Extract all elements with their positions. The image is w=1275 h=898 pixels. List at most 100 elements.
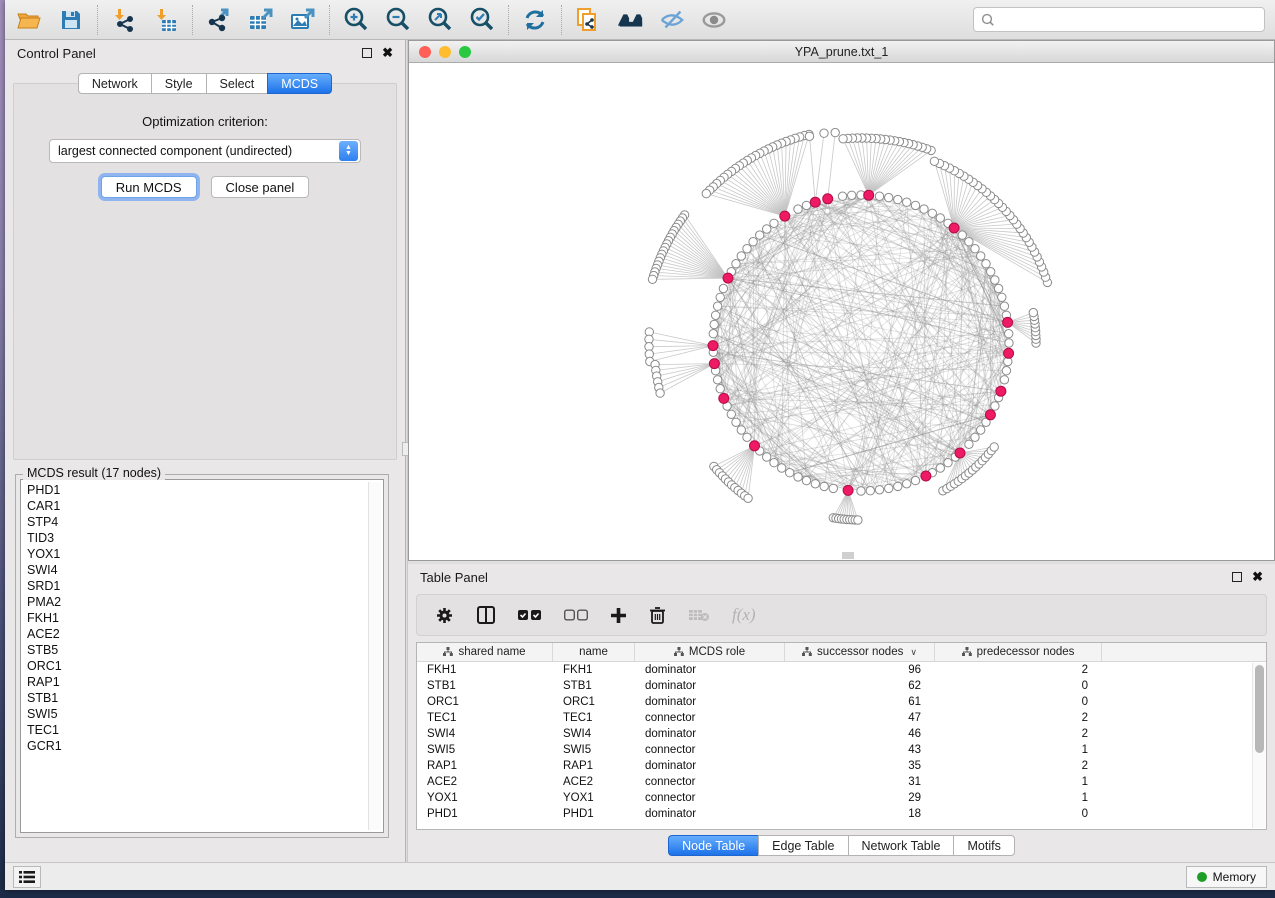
- ring-node[interactable]: [977, 426, 985, 434]
- ring-node[interactable]: [749, 238, 757, 246]
- ring-node[interactable]: [928, 209, 936, 217]
- mcds-hub-node[interactable]: [1003, 317, 1013, 327]
- ring-node[interactable]: [894, 195, 902, 203]
- deselect-all-icon[interactable]: [564, 609, 588, 621]
- optimization-criterion-select[interactable]: largest connected component (undirected)…: [49, 139, 361, 163]
- table-row[interactable]: TEC1TEC1connector472: [417, 710, 1266, 726]
- ring-node[interactable]: [829, 484, 837, 492]
- ring-node[interactable]: [885, 193, 893, 201]
- ring-node[interactable]: [802, 476, 810, 484]
- close-table-panel-icon[interactable]: ✖: [1252, 572, 1263, 582]
- tab-network-table[interactable]: Network Table: [848, 835, 954, 856]
- table-row[interactable]: RAP1RAP1dominator352: [417, 758, 1266, 774]
- ring-node[interactable]: [709, 330, 717, 338]
- task-history-button[interactable]: [13, 866, 41, 888]
- mcds-hub-node[interactable]: [1004, 348, 1014, 358]
- leaf-node[interactable]: [854, 516, 862, 524]
- leaf-node[interactable]: [930, 157, 938, 165]
- ring-node[interactable]: [737, 426, 745, 434]
- ring-node[interactable]: [857, 487, 865, 495]
- tab-select[interactable]: Select: [206, 73, 268, 94]
- ring-node[interactable]: [1005, 330, 1013, 338]
- ring-node[interactable]: [710, 320, 718, 328]
- ring-node[interactable]: [998, 293, 1006, 301]
- ring-node[interactable]: [770, 459, 778, 467]
- hide-selected-icon[interactable]: [658, 6, 686, 34]
- float-panel-icon[interactable]: [362, 48, 372, 58]
- mcds-result-item[interactable]: PHD1: [27, 482, 367, 498]
- mcds-result-item[interactable]: GCR1: [27, 738, 367, 754]
- ring-node[interactable]: [971, 433, 979, 441]
- ring-node[interactable]: [944, 459, 952, 467]
- close-panel-icon[interactable]: ✖: [382, 48, 393, 58]
- tab-style[interactable]: Style: [151, 73, 206, 94]
- ring-node[interactable]: [920, 205, 928, 213]
- leaf-node[interactable]: [702, 189, 710, 197]
- ring-node[interactable]: [756, 231, 764, 239]
- ring-node[interactable]: [885, 484, 893, 492]
- table-row[interactable]: ACE2ACE2connector311: [417, 774, 1266, 790]
- mcds-hub-node[interactable]: [823, 194, 833, 204]
- table-row[interactable]: ORC1ORC1dominator610: [417, 694, 1266, 710]
- ring-node[interactable]: [965, 238, 973, 246]
- mcds-hub-node[interactable]: [780, 211, 790, 221]
- export-table-icon[interactable]: [247, 6, 275, 34]
- ring-node[interactable]: [1002, 367, 1010, 375]
- ring-node[interactable]: [716, 385, 724, 393]
- tab-edge-table[interactable]: Edge Table: [758, 835, 847, 856]
- first-neighbors-icon[interactable]: [616, 6, 644, 34]
- table-row[interactable]: SWI5SWI5connector431: [417, 742, 1266, 758]
- ring-node[interactable]: [903, 480, 911, 488]
- column-header-name[interactable]: name: [553, 643, 635, 661]
- leaf-node[interactable]: [820, 129, 828, 137]
- ring-node[interactable]: [1000, 302, 1008, 310]
- node-table[interactable]: shared namenameMCDS rolesuccessor nodes∨…: [416, 642, 1267, 830]
- mcds-hub-node[interactable]: [723, 273, 733, 283]
- zoom-selected-icon[interactable]: [468, 6, 496, 34]
- ring-node[interactable]: [732, 418, 740, 426]
- show-all-icon[interactable]: [700, 6, 728, 34]
- memory-button[interactable]: Memory: [1186, 866, 1267, 888]
- mcds-result-item[interactable]: FKH1: [27, 610, 367, 626]
- ring-node[interactable]: [786, 469, 794, 477]
- export-network-icon[interactable]: [205, 6, 233, 34]
- mcds-hub-node[interactable]: [708, 341, 718, 351]
- ring-node[interactable]: [894, 482, 902, 490]
- show-columns-icon[interactable]: [476, 605, 496, 625]
- minimize-window-icon[interactable]: [439, 46, 451, 58]
- maximize-window-icon[interactable]: [459, 46, 471, 58]
- mcds-result-item[interactable]: SWI5: [27, 706, 367, 722]
- select-all-icon[interactable]: [518, 609, 542, 621]
- ring-node[interactable]: [743, 245, 751, 253]
- mcds-hub-node[interactable]: [921, 471, 931, 481]
- network-canvas[interactable]: [409, 63, 1274, 560]
- ring-node[interactable]: [866, 487, 874, 495]
- ring-node[interactable]: [911, 476, 919, 484]
- run-mcds-button[interactable]: Run MCDS: [101, 176, 197, 198]
- ring-node[interactable]: [778, 464, 786, 472]
- tab-node-table[interactable]: Node Table: [668, 835, 758, 856]
- mcds-result-item[interactable]: RAP1: [27, 674, 367, 690]
- mcds-result-item[interactable]: TEC1: [27, 722, 367, 738]
- ring-node[interactable]: [802, 201, 810, 209]
- leaf-node[interactable]: [839, 135, 847, 143]
- ring-node[interactable]: [911, 201, 919, 209]
- tab-mcds[interactable]: MCDS: [267, 73, 332, 94]
- mcds-hub-node[interactable]: [750, 441, 760, 451]
- add-column-icon[interactable]: [610, 607, 627, 624]
- network-view-titlebar[interactable]: YPA_prune.txt_1: [409, 41, 1274, 63]
- import-network-icon[interactable]: [110, 6, 138, 34]
- leaf-node[interactable]: [656, 389, 664, 397]
- mcds-hub-node[interactable]: [864, 190, 874, 200]
- mcds-hub-node[interactable]: [719, 393, 729, 403]
- leaf-node[interactable]: [831, 128, 839, 136]
- leaf-node[interactable]: [990, 443, 998, 451]
- search-input[interactable]: [996, 13, 1258, 27]
- mcds-hub-node[interactable]: [843, 485, 853, 495]
- zoom-in-icon[interactable]: [342, 6, 370, 34]
- mcds-result-item[interactable]: PMA2: [27, 594, 367, 610]
- ring-node[interactable]: [1000, 376, 1008, 384]
- table-row[interactable]: FKH1FKH1dominator962: [417, 662, 1266, 678]
- mcds-result-item[interactable]: STB1: [27, 690, 367, 706]
- mcds-result-item[interactable]: ACE2: [27, 626, 367, 642]
